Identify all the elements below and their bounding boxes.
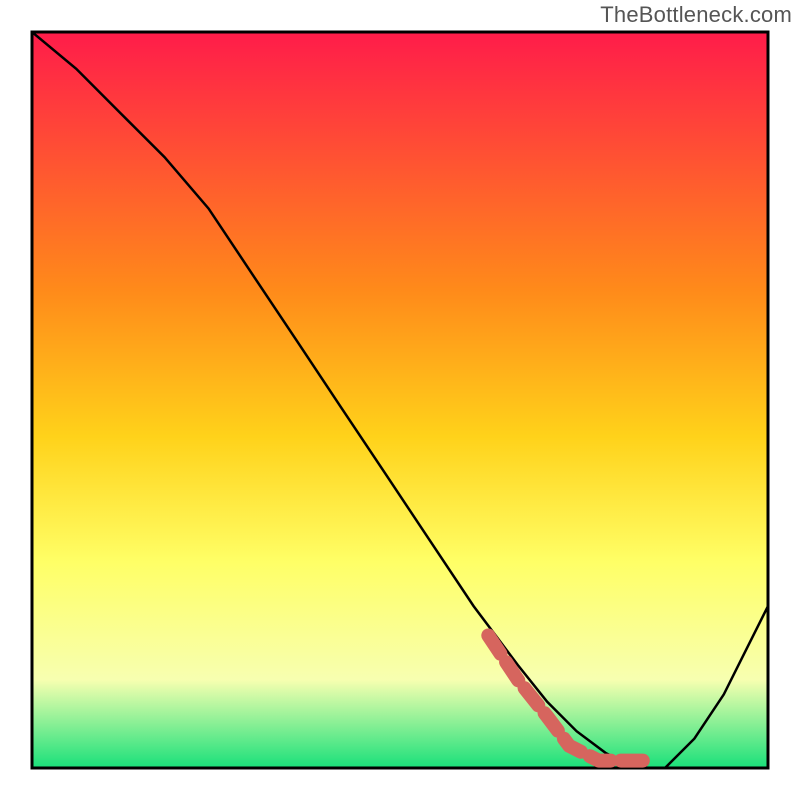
watermark-text: TheBottleneck.com bbox=[600, 2, 792, 28]
chart-container: { "watermark": "TheBottleneck.com", "col… bbox=[0, 0, 800, 800]
bottleneck-chart bbox=[0, 0, 800, 800]
plot-background bbox=[32, 32, 768, 768]
